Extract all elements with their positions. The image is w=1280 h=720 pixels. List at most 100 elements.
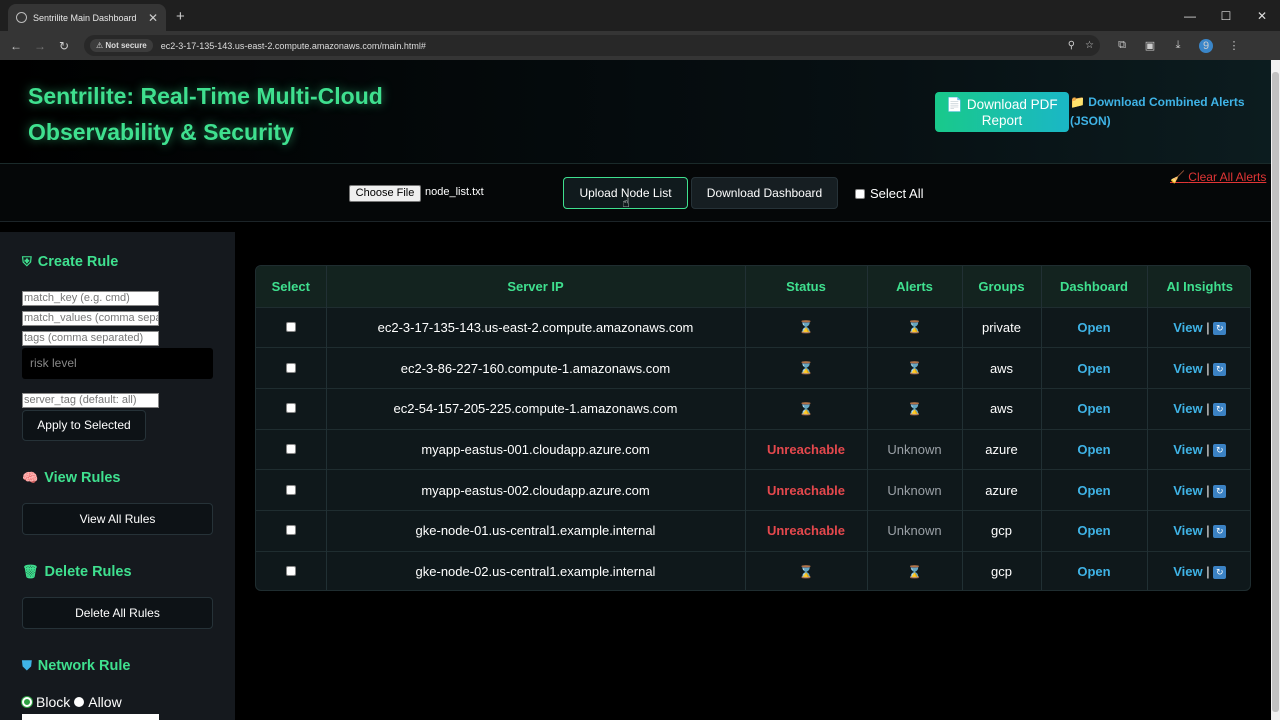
alerts-cell: Unknown — [867, 469, 963, 511]
zoom-icon[interactable]: ⚲ — [1068, 40, 1075, 51]
open-dashboard-link[interactable]: Open — [1077, 564, 1110, 579]
create-rule-label: Create Rule — [37, 254, 119, 270]
ai-insights-cell: View | ↻ — [1147, 347, 1250, 389]
select-all-checkbox[interactable] — [855, 188, 865, 199]
row-select-checkbox[interactable] — [285, 525, 296, 536]
open-dashboard-link[interactable]: Open — [1077, 361, 1110, 376]
view-all-rules-button[interactable]: View All Rules — [22, 503, 213, 535]
status-cell: Unreachable — [745, 469, 868, 511]
profile-avatar[interactable]: 9 — [1199, 38, 1213, 53]
close-window-icon[interactable]: ✕ — [1244, 9, 1280, 23]
row-select-checkbox[interactable] — [285, 362, 296, 373]
server-ip-cell: myapp-eastus-002.cloudapp.azure.com — [326, 469, 746, 511]
view-insights-link[interactable]: View — [1173, 361, 1202, 376]
view-rules-label: View Rules — [44, 470, 121, 486]
download-dashboard-button[interactable]: Download Dashboard — [691, 177, 838, 209]
network-rule-input[interactable] — [22, 714, 159, 720]
tab-close-icon[interactable]: ✕ — [148, 11, 158, 25]
row-select-cell — [256, 550, 327, 590]
tab-search-icon[interactable]: ▣ — [1136, 39, 1164, 52]
delete-all-rules-button[interactable]: Delete All Rules — [22, 597, 213, 629]
match-key-input[interactable]: match_key (e.g. cmd) — [22, 291, 159, 306]
view-insights-link[interactable]: View — [1173, 523, 1202, 538]
separator: | — [1206, 523, 1210, 539]
tags-input[interactable]: tags (comma separated) — [22, 331, 159, 346]
view-insights-link[interactable]: View — [1173, 483, 1202, 498]
download-pdf-button[interactable]: 📄 Download PDF Report — [935, 92, 1069, 132]
address-bar[interactable]: ⚠ Not secure ec2-3-17-135-143.us-east-2.… — [84, 35, 1100, 56]
view-insights-link[interactable]: View — [1173, 320, 1202, 335]
bookmark-star-icon[interactable]: ☆ — [1085, 40, 1094, 51]
column-header-server-ip: Server IP — [326, 266, 746, 307]
row-select-cell — [256, 469, 327, 511]
open-dashboard-link[interactable]: Open — [1077, 320, 1110, 335]
server-ip-cell: ec2-3-86-227-160.compute-1.amazonaws.com — [326, 347, 746, 389]
refresh-icon[interactable]: ↻ — [1213, 566, 1227, 580]
server-ip-cell: ec2-3-17-135-143.us-east-2.compute.amazo… — [326, 306, 746, 348]
row-select-checkbox[interactable] — [285, 566, 296, 577]
dashboard-cell: Open — [1041, 550, 1148, 590]
refresh-icon[interactable]: ↻ — [1213, 484, 1227, 498]
open-dashboard-link[interactable]: Open — [1077, 523, 1110, 538]
refresh-icon[interactable]: ↻ — [1213, 321, 1227, 335]
dashboard-cell: Open — [1041, 509, 1148, 552]
url-text[interactable]: ec2-3-17-135-143.us-east-2.compute.amazo… — [161, 41, 1058, 51]
download-icon[interactable]: ⤓ — [1164, 39, 1192, 52]
row-select-checkbox[interactable] — [285, 443, 296, 454]
ai-insights-cell: View | ↻ — [1147, 428, 1250, 470]
row-select-cell — [256, 428, 327, 470]
view-insights-link[interactable]: View — [1173, 564, 1202, 579]
extensions-icon[interactable]: ⧉ — [1108, 39, 1136, 52]
view-rules-heading: 🧠 View Rules — [22, 470, 120, 486]
column-header-alerts: Alerts — [867, 266, 963, 307]
scrollbar-thumb[interactable] — [1272, 72, 1279, 712]
choose-file-button[interactable]: Choose File — [349, 185, 421, 202]
server-ip-cell: ec2-54-157-205-225.compute-1.amazonaws.c… — [326, 387, 746, 430]
not-secure-badge[interactable]: ⚠ Not secure — [90, 39, 153, 52]
refresh-icon[interactable]: ↻ — [1213, 525, 1227, 539]
browser-tab[interactable]: Sentrilite Main Dashboard ✕ — [8, 4, 166, 31]
open-dashboard-link[interactable]: Open — [1077, 442, 1110, 457]
group-cell: aws — [962, 347, 1042, 389]
new-tab-icon[interactable]: + — [176, 8, 185, 25]
back-icon[interactable]: ← — [4, 39, 28, 53]
status-cell: Unreachable — [745, 509, 868, 552]
view-insights-link[interactable]: View — [1173, 442, 1202, 457]
apply-to-selected-button[interactable]: Apply to Selected — [22, 410, 146, 441]
forward-icon[interactable]: → — [28, 39, 52, 53]
server-tag-input[interactable]: server_tag (default: all) — [22, 393, 159, 408]
refresh-icon[interactable]: ↻ — [1213, 403, 1227, 417]
row-select-checkbox[interactable] — [285, 484, 296, 495]
clear-all-alerts-link[interactable]: 🧹 Clear All Alerts — [1170, 170, 1266, 184]
block-radio[interactable] — [22, 697, 32, 707]
server-ip-cell: gke-node-01.us-central1.example.internal — [326, 509, 746, 552]
minimize-icon[interactable]: — — [1172, 9, 1208, 23]
table-row: ec2-3-86-227-160.compute-1.amazonaws.com… — [256, 347, 1250, 389]
view-insights-link[interactable]: View — [1173, 401, 1202, 416]
open-dashboard-link[interactable]: Open — [1077, 401, 1110, 416]
dashboard-cell: Open — [1041, 306, 1148, 348]
reload-icon[interactable]: ↻ — [52, 39, 76, 53]
download-combined-label: Download Combined Alerts (JSON) — [1070, 95, 1245, 128]
refresh-icon[interactable]: ↻ — [1213, 362, 1227, 376]
open-dashboard-link[interactable]: Open — [1077, 483, 1110, 498]
controls-bar: Choose File node_list.txt Upload Node Li… — [0, 164, 1271, 222]
download-combined-alerts-link[interactable]: 📁 Download Combined Alerts (JSON) — [1070, 93, 1260, 131]
alerts-cell: ⌛ — [867, 306, 963, 348]
maximize-icon[interactable]: ☐ — [1208, 9, 1244, 23]
delete-rules-heading: 🗑 Delete Rules — [22, 564, 132, 580]
dashboard-cell: Open — [1041, 387, 1148, 430]
select-all-toggle[interactable]: Select All — [855, 186, 923, 201]
page-scrollbar[interactable] — [1271, 60, 1280, 720]
risk-level-input[interactable]: risk level — [22, 348, 213, 379]
refresh-icon[interactable]: ↻ — [1213, 443, 1227, 457]
row-select-checkbox[interactable] — [285, 321, 296, 332]
match-values-input[interactable]: match_values (comma separated) — [22, 311, 159, 326]
allow-radio[interactable] — [74, 697, 85, 707]
server-ip-cell: myapp-eastus-001.cloudapp.azure.com — [326, 428, 746, 470]
row-select-checkbox[interactable] — [285, 403, 296, 414]
dashboard-cell: Open — [1041, 428, 1148, 470]
alerts-cell: Unknown — [867, 428, 963, 470]
menu-kebab-icon[interactable]: ⋮ — [1220, 39, 1248, 52]
dashboard-cell: Open — [1041, 347, 1148, 389]
